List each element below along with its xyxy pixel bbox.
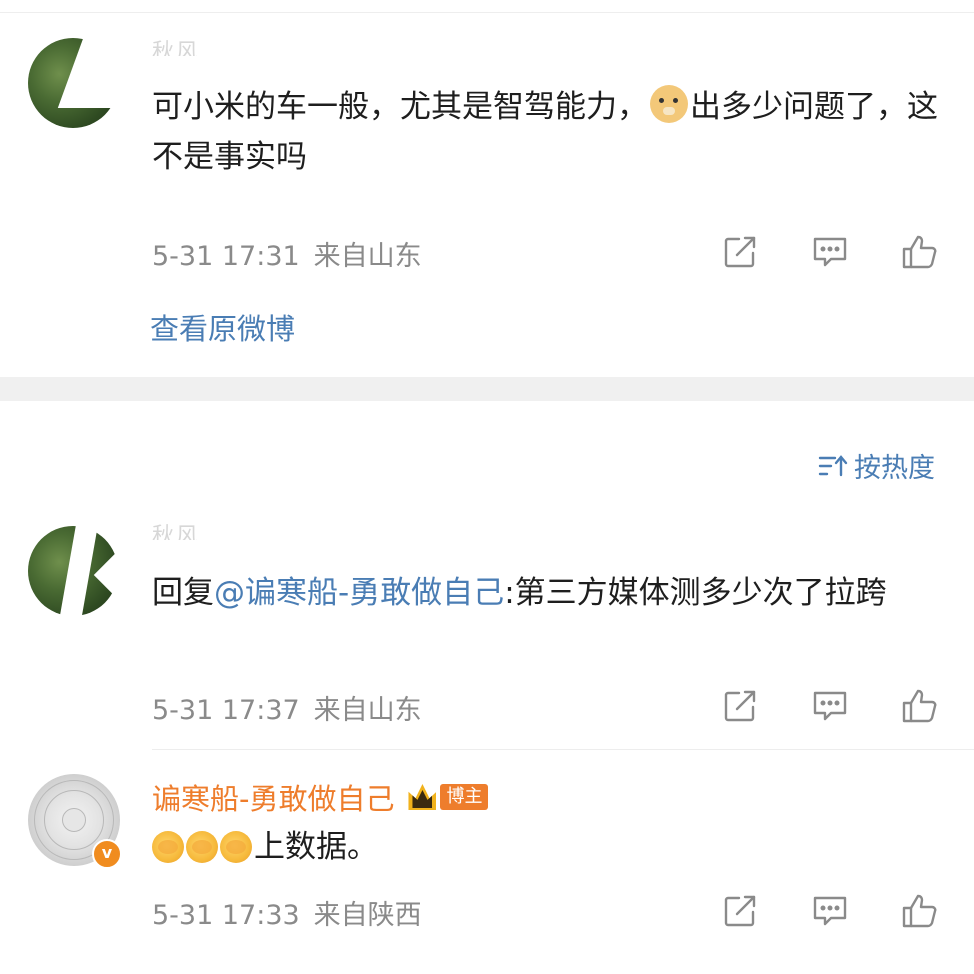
sort-control[interactable]: 按热度 (818, 446, 935, 485)
sort-label: 按热度 (854, 453, 935, 484)
hug-face-icon (220, 831, 252, 863)
timestamp: 5-31 17:31 (152, 241, 300, 272)
fan-hub (62, 808, 86, 832)
comment-text: 上数据。 (152, 822, 378, 872)
comment-meta: 5-31 17:33 来自陕西 (152, 893, 422, 932)
row-divider (152, 749, 974, 750)
share-icon[interactable] (720, 686, 760, 726)
comment-meta: 5-31 17:31 来自山东 (152, 234, 422, 273)
crown-badge: 博主 (406, 782, 489, 812)
author-badge: 博主 (440, 784, 489, 810)
location: 来自陕西 (313, 900, 422, 931)
comment-icon[interactable] (810, 686, 850, 726)
sort-icon (818, 453, 848, 479)
reply-body: :第三方媒体测多少次了拉跨 (504, 575, 887, 611)
timestamp: 5-31 17:37 (152, 695, 300, 726)
like-icon[interactable] (900, 686, 940, 726)
hug-face-icon (152, 831, 184, 863)
location: 来自山东 (313, 241, 422, 272)
hug-face-icon (186, 831, 218, 863)
comment-meta: 5-31 17:37 来自山东 (152, 688, 422, 727)
mention-link[interactable]: @谝寒船-勇敢做自己 (214, 575, 504, 611)
verified-badge: v (92, 839, 122, 869)
like-icon[interactable] (900, 232, 940, 272)
username[interactable]: 秋风 (152, 524, 200, 540)
comment-text-part1: 可小米的车一般，尤其是智驾能力， (152, 89, 648, 125)
section-separator (0, 377, 974, 401)
username[interactable]: 谝寒船-勇敢做自己 (152, 776, 394, 818)
top-divider (0, 12, 974, 13)
view-original-link[interactable]: 查看原微博 (150, 306, 295, 348)
crown-icon (406, 782, 438, 812)
location: 来自山东 (313, 695, 422, 726)
share-icon[interactable] (720, 891, 760, 931)
comment-body: 上数据。 (254, 829, 378, 865)
like-icon[interactable] (900, 891, 940, 931)
username[interactable]: 秋风 (152, 40, 200, 56)
comment-icon[interactable] (810, 891, 850, 931)
username-row: 谝寒船-勇敢做自己 博主 (152, 776, 489, 818)
comment-icon[interactable] (810, 232, 850, 272)
timestamp: 5-31 17:33 (152, 900, 300, 931)
doge-emoji-icon (650, 85, 688, 123)
reply-text: 回复@谝寒船-勇敢做自己:第三方媒体测多少次了拉跨 (152, 568, 942, 618)
comment-text: 可小米的车一般，尤其是智驾能力， 出多少问题了，这不是事实吗 (152, 82, 952, 182)
reply-prefix: 回复 (152, 575, 214, 611)
share-icon[interactable] (720, 232, 760, 272)
